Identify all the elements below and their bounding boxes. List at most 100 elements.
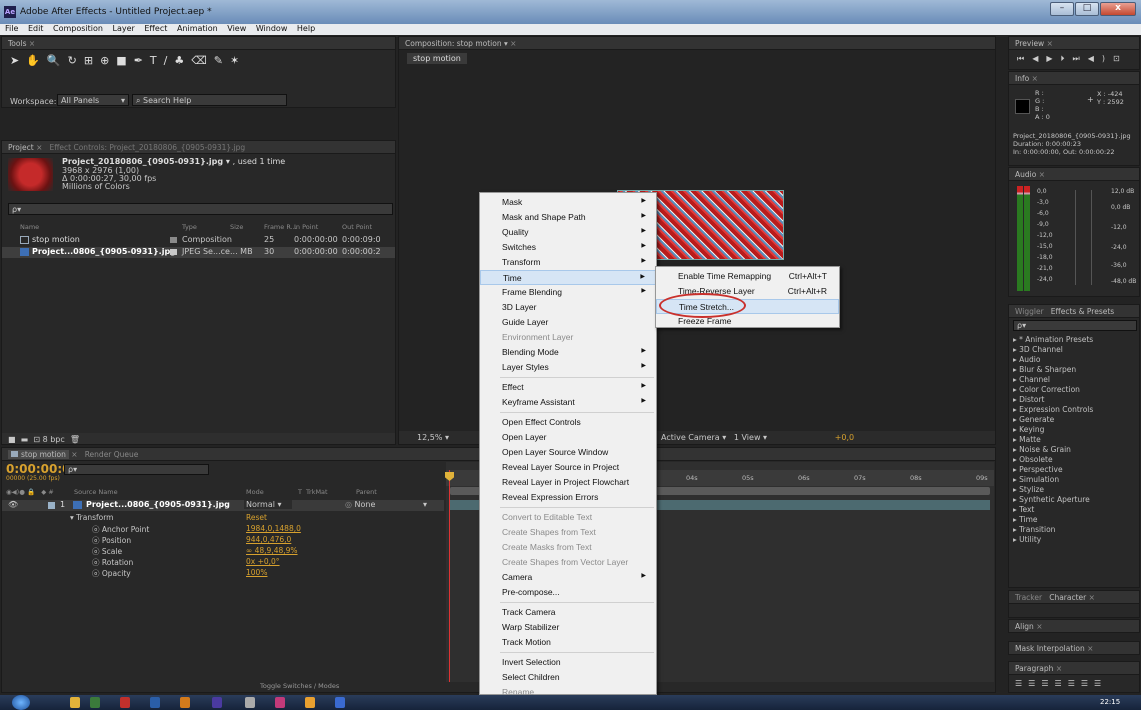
- taskbar-app-icon[interactable]: [120, 697, 130, 708]
- comp-zoom-dropdown[interactable]: 12,5%: [417, 433, 442, 442]
- layer-parent-dropdown[interactable]: ◎ None ▾: [345, 500, 427, 509]
- menu-item-layer-styles[interactable]: Layer Styles ▶: [480, 360, 656, 375]
- submenu-item-enable-time-remapping[interactable]: Enable Time Remapping Ctrl+Alt+T: [656, 269, 839, 284]
- transform-group[interactable]: ▾ Transform: [70, 513, 113, 522]
- effect-category[interactable]: ▸ Blur & Sharpen: [1013, 365, 1076, 374]
- menu-window[interactable]: Window: [256, 24, 288, 33]
- timeline-search[interactable]: ρ▾: [64, 464, 209, 475]
- camera-view-dropdown[interactable]: Active Camera: [661, 433, 720, 442]
- selection-tool-icon[interactable]: ➤: [10, 54, 26, 67]
- tab-paragraph[interactable]: Paragraph: [1015, 664, 1053, 673]
- effect-category[interactable]: ▸ Text: [1013, 505, 1034, 514]
- stamp-tool-icon[interactable]: ♣: [174, 54, 191, 67]
- current-time-indicator[interactable]: [449, 470, 450, 682]
- menu-item-pre-compose[interactable]: Pre-compose...: [480, 585, 656, 600]
- effect-category[interactable]: ▸ * Animation Presets: [1013, 335, 1093, 344]
- menu-item-open-layer[interactable]: Open Layer: [480, 430, 656, 445]
- menu-help[interactable]: Help: [297, 24, 315, 33]
- taskbar-app-icon[interactable]: [212, 697, 222, 708]
- camera-tool-icon[interactable]: ⊞: [84, 54, 100, 67]
- pan-behind-icon[interactable]: ⊕: [100, 54, 116, 67]
- taskbar-app-icon[interactable]: [90, 697, 100, 708]
- menu-item-3d-layer[interactable]: 3D Layer: [480, 300, 656, 315]
- tab-mask-interpolation[interactable]: Mask Interpolation: [1015, 644, 1085, 653]
- exposure-value[interactable]: +0,0: [835, 433, 854, 442]
- menu-item-select-children[interactable]: Select Children: [480, 670, 656, 685]
- taskbar-app-icon[interactable]: [275, 697, 285, 708]
- layer-name[interactable]: Project...0806_{0905-0931}.jpg: [86, 500, 230, 509]
- menu-layer[interactable]: Layer: [113, 24, 135, 33]
- menu-edit[interactable]: Edit: [28, 24, 44, 33]
- effect-category[interactable]: ▸ Perspective: [1013, 465, 1063, 474]
- rotate-tool-icon[interactable]: ↻: [68, 54, 84, 67]
- effect-category[interactable]: ▸ Channel: [1013, 375, 1050, 384]
- menu-item-track-motion[interactable]: Track Motion: [480, 635, 656, 650]
- new-comp-icon[interactable]: ⊡: [33, 435, 40, 444]
- rectangle-tool-icon[interactable]: ■: [116, 54, 133, 67]
- menu-item-open-layer-source-window[interactable]: Open Layer Source Window: [480, 445, 656, 460]
- toggle-switches[interactable]: Toggle Switches / Modes: [260, 682, 339, 690]
- tab-tracker[interactable]: Tracker: [1015, 593, 1042, 602]
- menu-item-warp-stabilizer[interactable]: Warp Stabilizer: [480, 620, 656, 635]
- project-row-composition[interactable]: stop motion Composition 25 0:00:00:00 0:…: [2, 235, 395, 246]
- maximize-button[interactable]: □: [1075, 2, 1099, 16]
- taskbar-app-icon[interactable]: [245, 697, 255, 708]
- zoom-tool-icon[interactable]: 🔍: [47, 54, 68, 67]
- taskbar-app-icon[interactable]: [70, 697, 80, 708]
- roto-brush-icon[interactable]: ✎: [214, 54, 230, 67]
- effect-category[interactable]: ▸ Simulation: [1013, 475, 1059, 484]
- close-button[interactable]: x: [1100, 2, 1136, 16]
- trash-icon[interactable]: 🗑: [70, 435, 80, 444]
- taskbar-app-icon[interactable]: [180, 697, 190, 708]
- search-help-input[interactable]: ⌕ Search Help: [132, 94, 287, 106]
- menu-effect[interactable]: Effect: [144, 24, 167, 33]
- puppet-tool-icon[interactable]: ✶: [230, 54, 246, 67]
- menu-view[interactable]: View: [227, 24, 246, 33]
- tab-project[interactable]: Project: [8, 143, 34, 152]
- menu-item-reveal-layer-source-in-project[interactable]: Reveal Layer Source in Project: [480, 460, 656, 475]
- menu-item-reveal-expression-errors[interactable]: Reveal Expression Errors: [480, 490, 656, 505]
- menu-item-blending-mode[interactable]: Blending Mode ▶: [480, 345, 656, 360]
- hand-tool-icon[interactable]: ✋: [26, 54, 47, 67]
- menu-item-effect[interactable]: Effect ▶: [480, 380, 656, 395]
- tab-character[interactable]: Character: [1049, 593, 1086, 602]
- menu-item-open-effect-controls[interactable]: Open Effect Controls: [480, 415, 656, 430]
- audio-slider-left[interactable]: [1075, 190, 1085, 285]
- menu-item-frame-blending[interactable]: Frame Blending ▶: [480, 285, 656, 300]
- value-anchor-point[interactable]: 1984,0,1488,0: [246, 524, 301, 533]
- menu-item-invert-selection[interactable]: Invert Selection: [480, 655, 656, 670]
- layer-mode-dropdown[interactable]: Normal ▾: [244, 500, 292, 509]
- tab-wiggler[interactable]: Wiggler: [1015, 307, 1044, 316]
- new-folder-icon[interactable]: ▬: [21, 435, 29, 444]
- transform-reset[interactable]: Reset: [246, 513, 267, 522]
- tab-effect-controls[interactable]: Effect Controls: Project_20180806_{0905-…: [50, 143, 246, 152]
- effect-category[interactable]: ▸ Noise & Grain: [1013, 445, 1071, 454]
- taskbar-app-icon[interactable]: [335, 697, 345, 708]
- value-position[interactable]: 944,0,476,0: [246, 535, 291, 544]
- menu-item-time[interactable]: Time ▶: [480, 270, 656, 285]
- tab-render-queue[interactable]: Render Queue: [85, 450, 139, 459]
- menu-item-guide-layer[interactable]: Guide Layer: [480, 315, 656, 330]
- menu-item-track-camera[interactable]: Track Camera: [480, 605, 656, 620]
- menu-item-keyframe-assistant[interactable]: Keyframe Assistant ▶: [480, 395, 656, 410]
- taskbar-app-icon[interactable]: [150, 697, 160, 708]
- tab-timeline[interactable]: stop motion: [8, 450, 69, 459]
- views-dropdown[interactable]: 1 View: [734, 433, 761, 442]
- effect-category[interactable]: ▸ Keying: [1013, 425, 1044, 434]
- effect-category[interactable]: ▸ Distort: [1013, 395, 1044, 404]
- workspace-dropdown[interactable]: All Panels ▾: [57, 94, 129, 106]
- type-tool-icon[interactable]: T: [150, 54, 164, 67]
- effect-category[interactable]: ▸ Synthetic Aperture: [1013, 495, 1090, 504]
- pen-tool-icon[interactable]: ✒: [134, 54, 150, 67]
- bpc-label[interactable]: 8 bpc: [43, 435, 65, 444]
- effect-category[interactable]: ▸ Color Correction: [1013, 385, 1080, 394]
- tab-preview[interactable]: Preview: [1015, 39, 1044, 48]
- menu-animation[interactable]: Animation: [177, 24, 218, 33]
- menu-item-switches[interactable]: Switches ▶: [480, 240, 656, 255]
- project-row-footage[interactable]: Project...0806_{0905-0931}.jpg JPEG Se..…: [2, 247, 395, 258]
- menu-item-quality[interactable]: Quality ▶: [480, 225, 656, 240]
- menu-item-mask-and-shape-path[interactable]: Mask and Shape Path ▶: [480, 210, 656, 225]
- effect-category[interactable]: ▸ Time: [1013, 515, 1038, 524]
- menu-item-mask[interactable]: Mask ▶: [480, 195, 656, 210]
- value-opacity[interactable]: 100%: [246, 568, 267, 577]
